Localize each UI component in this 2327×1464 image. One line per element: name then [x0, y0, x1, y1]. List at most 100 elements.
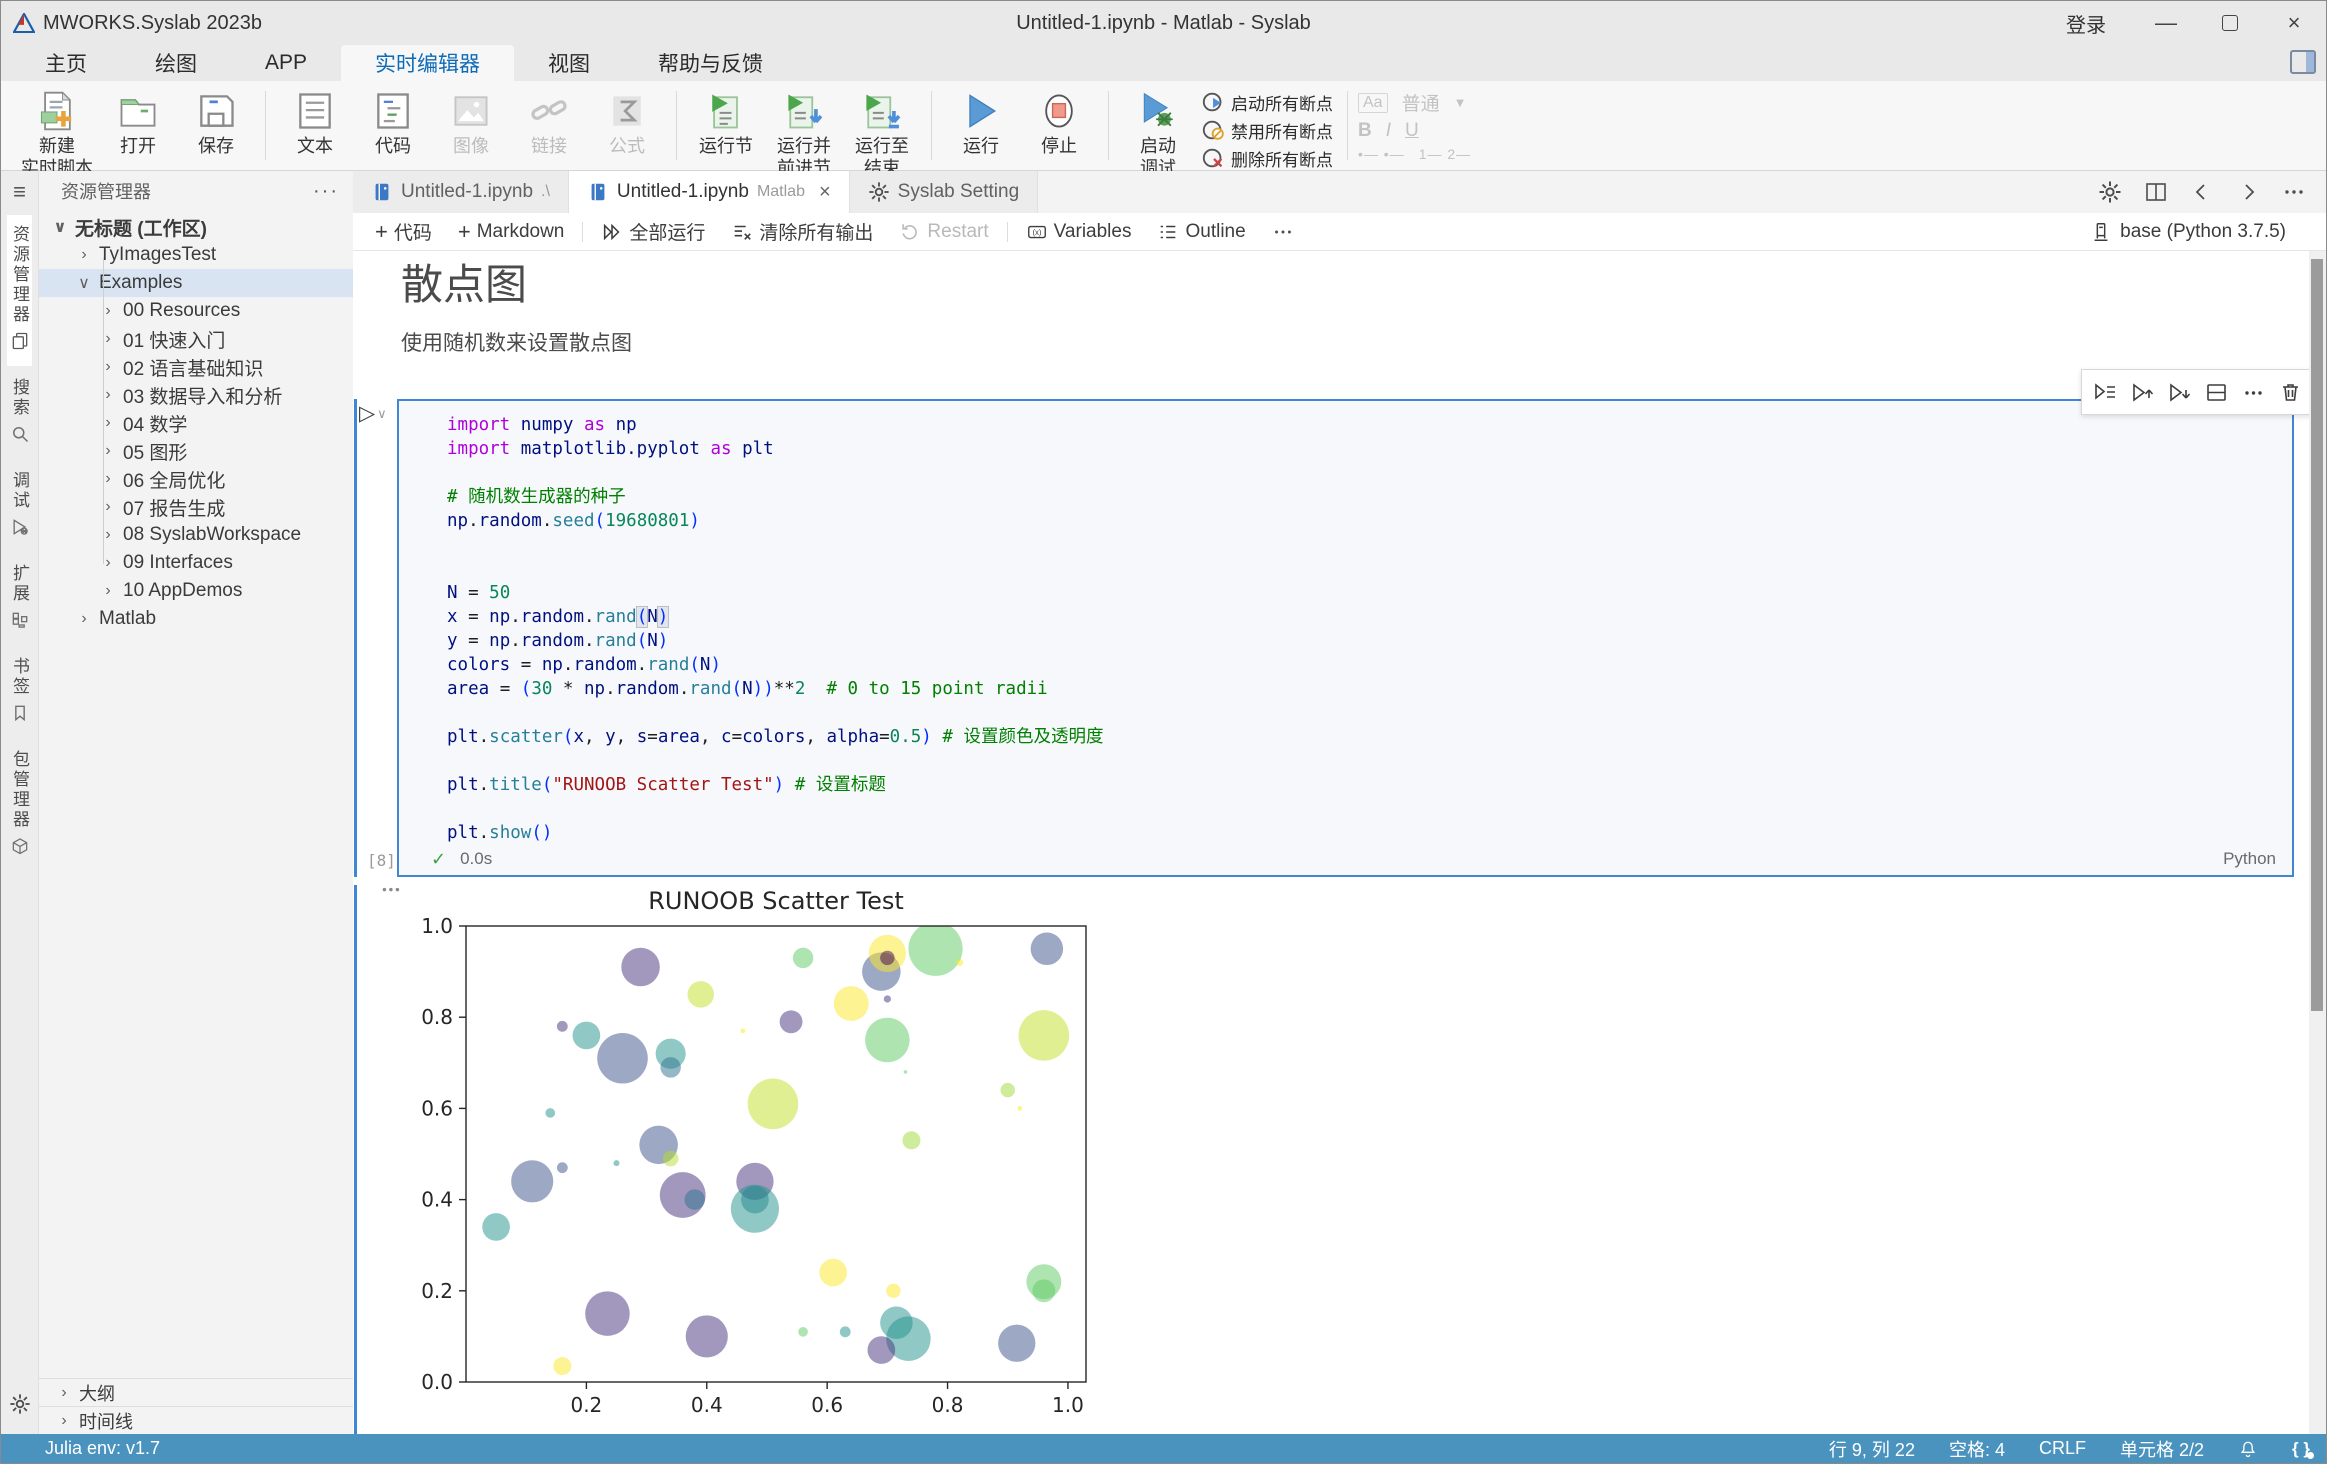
maximize-button[interactable]	[2198, 1, 2262, 45]
ribbon-button-text[interactable]: 文本	[276, 87, 354, 159]
status-cell-count[interactable]: 单元格 2/2	[2120, 1436, 2204, 1462]
run-cell-button[interactable]: ▷	[359, 401, 375, 426]
minimize-button[interactable]: —	[2134, 1, 2198, 45]
run-below-icon[interactable]	[2166, 379, 2193, 406]
activity-item-extensions[interactable]: 扩展	[7, 554, 32, 645]
sigma-icon	[605, 89, 649, 133]
ribbon-tab-view[interactable]: 视图	[514, 45, 624, 81]
underline-button: U	[1405, 120, 1419, 142]
file-tree: ∨无标题 (工作区)›TyImagesTest∨Examples›00 Reso…	[39, 213, 353, 633]
ribbon-tab-help[interactable]: 帮助与反馈	[624, 45, 797, 81]
ribbon-tab-app[interactable]: APP	[231, 45, 341, 81]
ribbon-tab-home[interactable]: 主页	[11, 45, 121, 81]
navigate-back-icon[interactable]	[2190, 180, 2214, 204]
activity-item-package[interactable]: 包管理器	[7, 740, 32, 871]
cell-collapse-chevron-icon[interactable]: ∨	[377, 406, 387, 422]
tree-item-06-全局优化[interactable]: ›06 全局优化	[39, 465, 353, 493]
editor-area: Untitled-1.ipynb.\ Untitled-1.ipynbMatla…	[353, 171, 2326, 1434]
menu-hamburger-icon[interactable]: ≡	[13, 171, 26, 215]
toolbar-more-icon[interactable]	[1264, 218, 1302, 246]
ribbon-button-run-end[interactable]: 运行至 结束	[843, 87, 921, 181]
tree-item-examples[interactable]: ∨Examples	[39, 269, 353, 297]
tab-untitled-1[interactable]: Untitled-1.ipynb.\	[353, 171, 569, 213]
tree-item-02-语言基础知识[interactable]: ›02 语言基础知识	[39, 353, 353, 381]
editor-tab-bar: Untitled-1.ipynb.\ Untitled-1.ipynbMatla…	[353, 171, 2326, 213]
add-code-cell-button[interactable]: +代码	[367, 215, 440, 248]
status-cursor-position[interactable]: 行 9, 列 22	[1829, 1436, 1915, 1462]
settings-gear-icon[interactable]	[9, 1383, 31, 1434]
status-julia-env[interactable]: Julia env: v1.7	[45, 1438, 160, 1459]
ribbon-button-run-section[interactable]: 运行节	[687, 87, 765, 159]
layout-panel-icon[interactable]	[2290, 50, 2316, 74]
more-actions-icon[interactable]	[2282, 180, 2306, 204]
ribbon-button-debug[interactable]: 启动 调试	[1119, 87, 1197, 181]
status-eol[interactable]: CRLF	[2039, 1438, 2086, 1459]
ribbon-button-bp-on[interactable]: 启动所有断点	[1201, 89, 1333, 115]
tree-item-08-syslabworkspace[interactable]: ›08 SyslabWorkspace	[39, 521, 353, 549]
ribbon-tab-live-editor[interactable]: 实时编辑器	[341, 45, 514, 81]
tree-item-tyimagestest[interactable]: ›TyImagesTest	[39, 241, 353, 269]
login-button[interactable]: 登录	[2038, 9, 2134, 38]
sidebar-section-outline[interactable]: ›大纲	[39, 1378, 353, 1406]
outline-button[interactable]: Outline	[1149, 218, 1253, 246]
split-cell-icon[interactable]	[2203, 379, 2230, 406]
status-indentation[interactable]: 空格: 4	[1949, 1436, 2005, 1462]
ribbon-button-run-advance[interactable]: 运行并 前进节	[765, 87, 843, 181]
kernel-picker[interactable]: base (Python 3.7.5)	[2090, 221, 2312, 243]
tree-item-label: 04 数学	[123, 410, 187, 437]
tree-item-label: 06 全局优化	[123, 466, 225, 493]
code-cell[interactable]: import numpy as npimport matplotlib.pypl…	[397, 399, 2294, 877]
run-by-line-icon[interactable]	[2092, 379, 2119, 406]
tree-item-04-数学[interactable]: ›04 数学	[39, 409, 353, 437]
activity-item-debug-alt[interactable]: 调试	[7, 461, 32, 552]
ribbon-button-code[interactable]: 代码	[354, 87, 432, 159]
variables-button[interactable]: (x)Variables	[1018, 218, 1140, 246]
ribbon-button-bp-off[interactable]: 禁用所有断点	[1201, 117, 1333, 143]
editor-settings-gear-icon[interactable]	[2098, 180, 2122, 204]
tree-item-09-interfaces[interactable]: ›09 Interfaces	[39, 549, 353, 577]
cell-success-check-icon: ✓	[431, 849, 446, 870]
notifications-bell-icon[interactable]	[2238, 1439, 2258, 1459]
activity-item-bookmark[interactable]: 书签	[7, 647, 32, 738]
navigate-forward-icon[interactable]	[2236, 180, 2260, 204]
editor-scrollbar[interactable]	[2309, 251, 2326, 1434]
tree-item-00-resources[interactable]: ›00 Resources	[39, 297, 353, 325]
run-above-icon[interactable]	[2129, 379, 2156, 406]
activity-item-files[interactable]: 资源管理器	[7, 215, 32, 366]
ribbon-tab-plot[interactable]: 绘图	[121, 45, 231, 81]
tree-item-07-报告生成[interactable]: ›07 报告生成	[39, 493, 353, 521]
close-button[interactable]: ×	[2262, 1, 2326, 45]
activity-item-search[interactable]: 搜索	[7, 368, 32, 459]
status-bar: Julia env: v1.7 行 9, 列 22 空格: 4 CRLF 单元格…	[1, 1434, 2326, 1463]
output-more-icon[interactable]	[379, 881, 405, 912]
cell-more-icon[interactable]	[2240, 379, 2267, 406]
ribbon-button-bp-del[interactable]: 删除所有断点	[1201, 145, 1333, 171]
tree-item-10-appdemos[interactable]: ›10 AppDemos	[39, 577, 353, 605]
ribbon-button-run[interactable]: 运行	[942, 87, 1020, 159]
cell-language-picker[interactable]: Python	[2223, 849, 2276, 869]
tab-untitled-1-matlab[interactable]: Untitled-1.ipynbMatlab ×	[569, 171, 850, 213]
tree-item-05-图形[interactable]: ›05 图形	[39, 437, 353, 465]
run-all-button[interactable]: 全部运行	[593, 215, 713, 248]
language-mode-icon[interactable]: { }	[2292, 1439, 2310, 1459]
split-editor-icon[interactable]	[2144, 180, 2168, 204]
ribbon-button-save[interactable]: 保存	[177, 87, 255, 159]
add-markdown-cell-button[interactable]: +Markdown	[450, 218, 573, 246]
code-editor[interactable]: import numpy as npimport matplotlib.pypl…	[447, 413, 2276, 845]
tree-item-matlab[interactable]: ›Matlab	[39, 605, 353, 633]
sidebar-more-icon[interactable]: ···	[313, 180, 339, 203]
clear-outputs-button[interactable]: 清除所有输出	[723, 215, 881, 248]
tree-item-01-快速入门[interactable]: ›01 快速入门	[39, 325, 353, 353]
scrollbar-thumb[interactable]	[2311, 259, 2323, 1011]
sidebar-section-timeline[interactable]: ›时间线	[39, 1406, 353, 1434]
tab-close-icon[interactable]: ×	[819, 181, 831, 204]
restart-kernel-button[interactable]: Restart	[891, 218, 996, 246]
tab-syslab-setting[interactable]: Syslab Setting	[850, 171, 1038, 213]
paragraph-style-select: 普通	[1402, 89, 1440, 116]
tree-item-03-数据导入和分析[interactable]: ›03 数据导入和分析	[39, 381, 353, 409]
ribbon-button-stop[interactable]: 停止	[1020, 87, 1098, 159]
ribbon-button-new-script[interactable]: 新建 实时脚本	[15, 87, 99, 181]
delete-cell-icon[interactable]	[2277, 379, 2304, 406]
tree-item-无标题-(工作区)[interactable]: ∨无标题 (工作区)	[39, 213, 353, 241]
ribbon-button-open[interactable]: 打开	[99, 87, 177, 159]
